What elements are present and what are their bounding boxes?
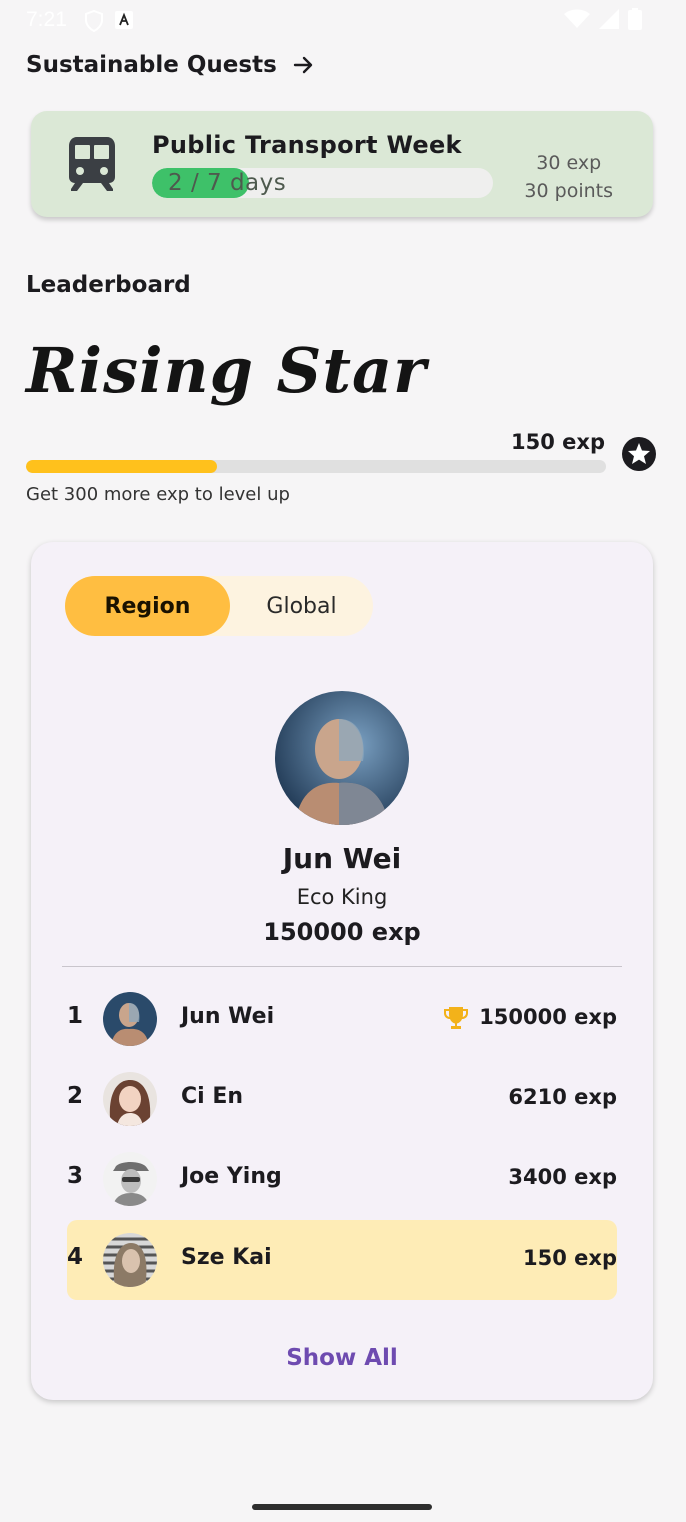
leaderboard-row-current-user[interactable]: 4 Sze Kai 150 exp: [67, 1220, 617, 1300]
rank-number: 1: [67, 1003, 84, 1029]
train-icon: [69, 137, 115, 191]
top-player-avatar[interactable]: [275, 691, 409, 825]
top-player-name: Jun Wei: [282, 842, 402, 875]
scope-toggle: Region Global: [65, 576, 373, 636]
avatar: [103, 1233, 157, 1287]
rank-number: 2: [67, 1083, 84, 1109]
status-time: 7:21: [26, 8, 67, 31]
quests-header[interactable]: Sustainable Quests: [26, 52, 315, 78]
player-name: Sze Kai: [181, 1245, 272, 1270]
player-exp: 3400 exp: [508, 1165, 617, 1189]
shield-icon: [85, 10, 103, 32]
leaderboard-row[interactable]: 1 Jun Wei 150000 exp: [67, 979, 617, 1059]
rank-number: 3: [67, 1163, 84, 1189]
star-badge-icon[interactable]: [622, 437, 656, 471]
show-all-button[interactable]: Show All: [31, 1344, 653, 1372]
player-name: Jun Wei: [181, 1004, 275, 1029]
leaderboard-row[interactable]: 2 Ci En 6210 exp: [67, 1059, 617, 1139]
avatar: [103, 992, 157, 1046]
leaderboard-header: Leaderboard: [26, 272, 191, 298]
player-exp: 150000 exp: [479, 1005, 617, 1029]
player-name: Joe Ying: [181, 1164, 282, 1189]
trophy-icon: [444, 1007, 468, 1029]
quests-header-label: Sustainable Quests: [26, 52, 277, 78]
top-player-title: Eco King: [296, 885, 388, 909]
status-bar: 7:21: [0, 0, 686, 40]
quest-card[interactable]: Public Transport Week 2 / 7 days 30 exp …: [31, 111, 653, 217]
cell-signal-icon: [599, 9, 619, 29]
avatar: [103, 1152, 157, 1206]
status-left-icons: [84, 10, 134, 32]
avatar-photo-icon: [103, 1233, 157, 1287]
quest-rewards: 30 exp 30 points: [524, 149, 613, 205]
quest-progress-text: 2 / 7 days: [168, 170, 287, 196]
battery-icon: [628, 8, 642, 30]
avatar: [103, 1072, 157, 1126]
level-exp: 150 exp: [511, 430, 605, 454]
quest-title: Public Transport Week: [152, 131, 462, 159]
tab-global[interactable]: Global: [230, 576, 373, 636]
arrow-right-icon: [293, 56, 312, 74]
wifi-icon: [564, 9, 590, 28]
player-exp: 150 exp: [523, 1246, 617, 1270]
avatar-photo-icon: [275, 691, 409, 825]
level-hint: Get 300 more exp to level up: [26, 484, 290, 505]
divider: [62, 966, 622, 967]
app-notification-icon: [115, 11, 133, 29]
avatar-photo-icon: [103, 1072, 157, 1126]
level-progress-bar: [26, 460, 606, 473]
tab-region[interactable]: Region: [65, 576, 230, 636]
rank-title: Rising Star: [26, 334, 427, 407]
home-indicator[interactable]: [252, 1504, 432, 1510]
top-player-exp: 150000 exp: [263, 918, 421, 946]
level-progress-fill: [26, 460, 218, 473]
avatar-photo-icon: [103, 992, 157, 1046]
status-right-icons: [564, 8, 642, 30]
quest-exp-reward: 30 exp: [536, 152, 602, 174]
player-exp: 6210 exp: [508, 1085, 617, 1109]
avatar-photo-icon: [103, 1152, 157, 1206]
rank-number: 4: [67, 1244, 84, 1270]
quest-progress-bar: 2 / 7 days: [152, 168, 493, 198]
leaderboard-card: Region Global Jun Wei Eco King 150000 ex…: [31, 542, 653, 1400]
quest-points-reward: 30 points: [524, 180, 613, 202]
player-name: Ci En: [181, 1084, 244, 1109]
leaderboard-row[interactable]: 3 Joe Ying 3400 exp: [67, 1139, 617, 1219]
